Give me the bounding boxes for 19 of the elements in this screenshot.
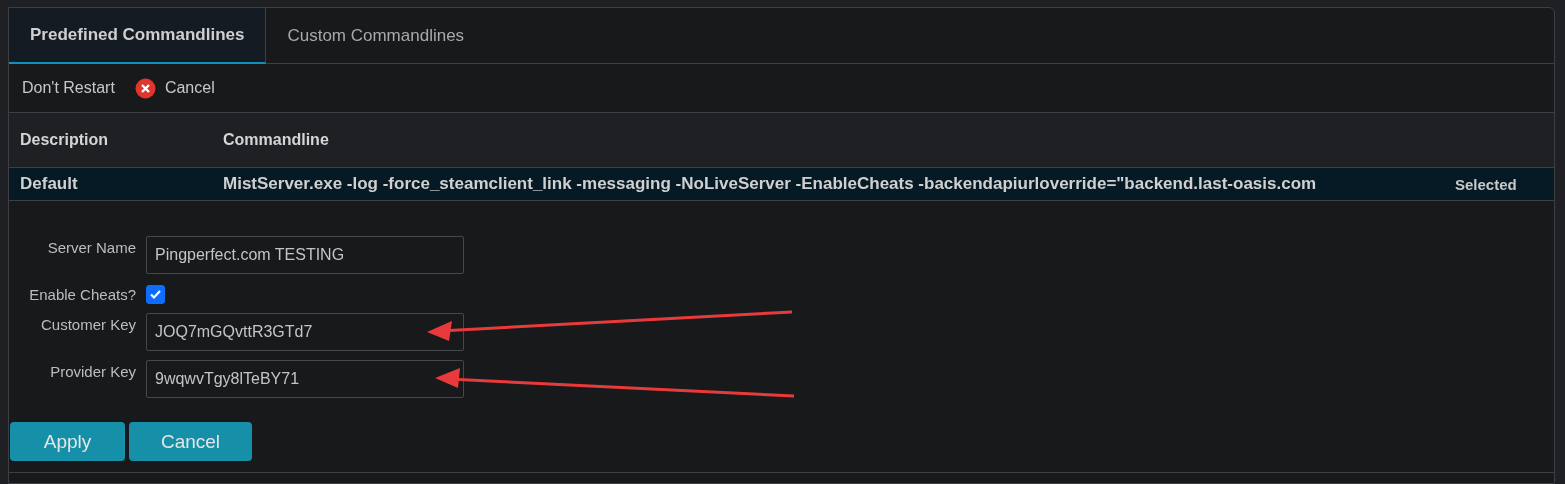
table-row[interactable]: Default MistServer.exe -log -force_steamclient_link -messaging -NoLiveServer -EnableCheats -backendapiurloverride="backend.last-oasis.com Selected (9, 168, 1554, 201)
field-label: Server Name (46, 238, 136, 256)
selected-label: Selected (1455, 175, 1517, 193)
cancel-button[interactable]: Cancel (134, 77, 215, 99)
table-cell: MistServer.exe -log -force_steamclient_link -messaging -NoLiveServer -EnableCheats -backendapiurloverride="backend.last-oasis.com (223, 174, 1317, 193)
table-cell-text: Default (19, 174, 79, 194)
close-icon (134, 77, 156, 99)
dont-restart-button[interactable]: Don't Restart (22, 79, 115, 97)
tab[interactable]: Custom Commandlines (266, 8, 486, 63)
tab[interactable]: Predefined Commandlines (9, 8, 267, 64)
input-field[interactable]: JOQ7mGQvttR3GTd7 (146, 313, 464, 351)
input-field[interactable]: 9wqwvTgy8lTeBY71 (146, 360, 464, 398)
checkbox[interactable] (146, 285, 165, 304)
field-label: Provider Key (49, 362, 136, 380)
column-header: Commandline (223, 131, 330, 149)
input-field[interactable]: Pingperfect.com TESTING (146, 236, 464, 274)
field-label: Enable Cheats? (28, 285, 136, 303)
column-header: Description (19, 131, 109, 149)
field-label: Customer Key (39, 315, 136, 333)
